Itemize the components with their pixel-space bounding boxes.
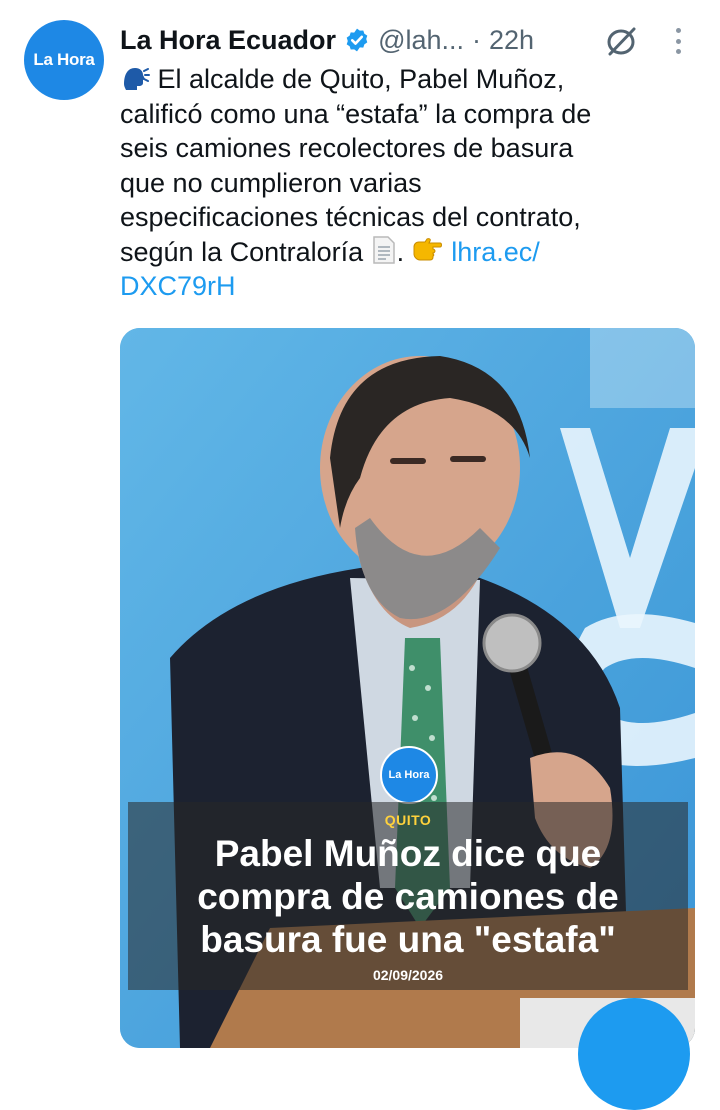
section-label: QUITO: [384, 812, 432, 828]
separator: ·: [472, 24, 482, 55]
tweet-link[interactable]: lhra.ec/: [451, 237, 540, 267]
compose-button[interactable]: [578, 998, 690, 1110]
page-facing-up-icon: [372, 235, 395, 264]
card-logo: La Hora: [380, 746, 438, 804]
display-name[interactable]: La Hora Ecuador: [120, 25, 336, 56]
tweet-header: La Hora Ecuador @lah... · 22h: [120, 20, 534, 60]
text-line: calificó como una “estafa” la compra de: [120, 98, 592, 129]
card-date: 02/09/2026: [372, 967, 444, 983]
avatar[interactable]: La Hora: [24, 20, 104, 100]
text-line: que no cumplieron varias: [120, 167, 422, 198]
speaking-head-icon: [124, 68, 150, 90]
headline-overlay: QUITO Pabel Muñoz dice que compra de cam…: [128, 802, 688, 990]
tweet-link-continued[interactable]: DXC79rH: [120, 269, 695, 304]
more-icon[interactable]: [668, 24, 688, 58]
avatar-text: La Hora: [33, 50, 95, 69]
pointing-right-icon: [413, 237, 442, 260]
verified-badge-icon: [346, 28, 368, 52]
handle[interactable]: @lah...: [378, 25, 464, 56]
text-line: según la Contraloría: [120, 236, 364, 267]
text-line: especificaciones técnicas del contrato,: [120, 202, 581, 232]
text-line: seis camiones recolectores de basura: [120, 133, 574, 163]
link-card[interactable]: La Hora QUITO Pabel Muñoz dice que compr…: [120, 328, 695, 1048]
card-headline: Pabel Muñoz dice que compra de camiones …: [197, 833, 619, 960]
text-line: El alcalde de Quito, Pabel Muñoz,: [157, 64, 565, 94]
tweet-text: El alcalde de Quito, Pabel Muñoz, califi…: [120, 62, 695, 304]
timestamp[interactable]: 22h: [489, 25, 534, 56]
mute-icon[interactable]: [604, 24, 638, 58]
